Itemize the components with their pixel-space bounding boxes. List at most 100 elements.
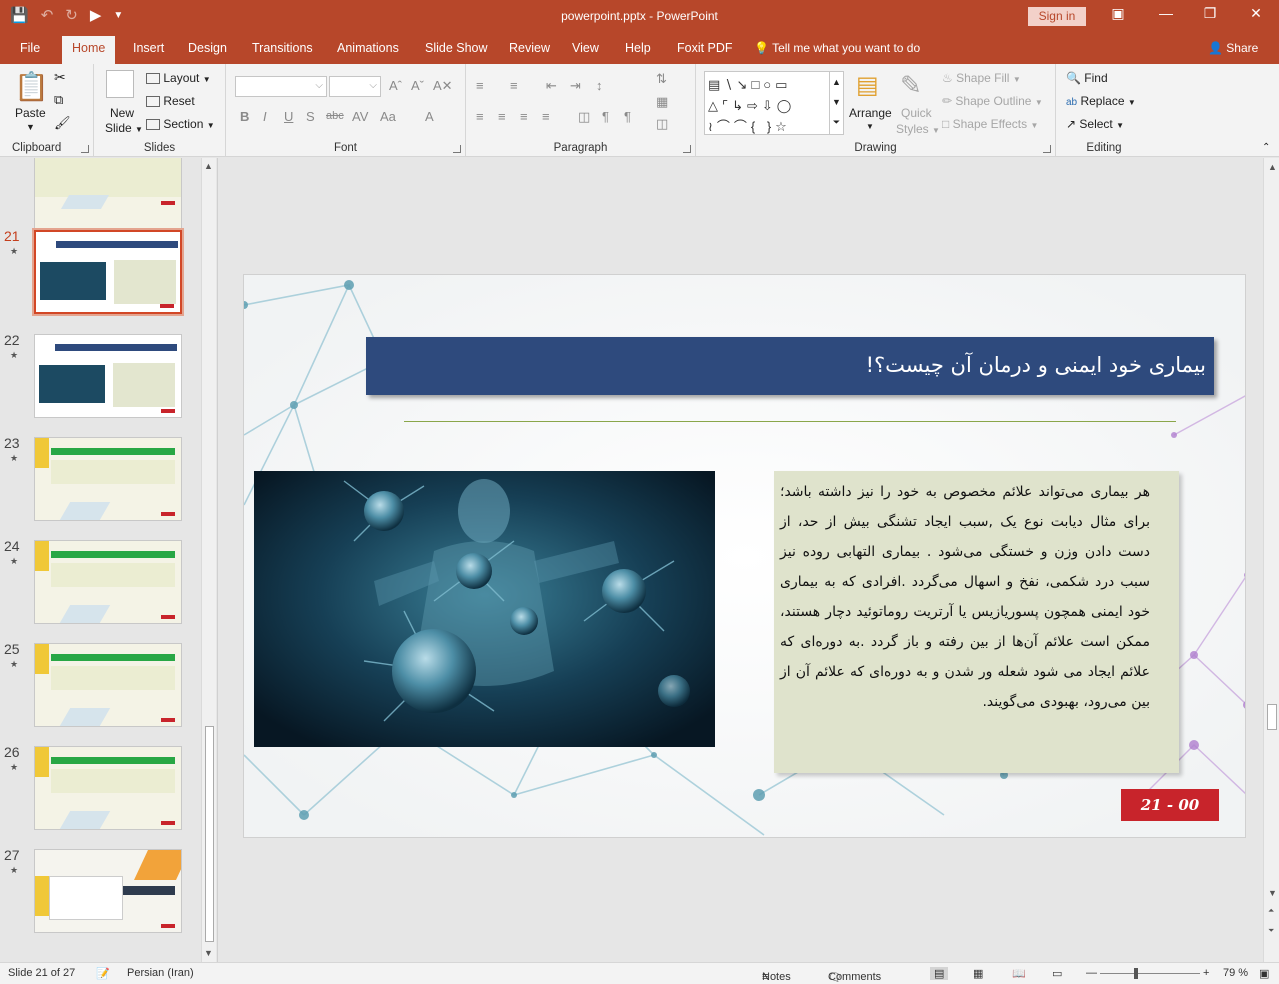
- tab-review[interactable]: Review: [509, 41, 550, 55]
- new-slide-label[interactable]: Slide ▼: [105, 121, 143, 135]
- collapse-ribbon-icon[interactable]: ⌃: [1262, 142, 1270, 153]
- quick-styles-label[interactable]: Styles ▼: [896, 122, 940, 136]
- bold-icon[interactable]: B: [240, 109, 249, 124]
- smartart-icon[interactable]: ◫: [656, 116, 668, 132]
- tab-transitions[interactable]: Transitions: [252, 41, 313, 55]
- ltr-icon[interactable]: ¶: [602, 109, 609, 124]
- scrollbar-thumb[interactable]: [205, 726, 214, 942]
- slide-thumbnail[interactable]: [34, 540, 182, 624]
- previous-slide-icon[interactable]: ⏶: [1268, 906, 1274, 916]
- ribbon-display-icon[interactable]: ▣: [1098, 5, 1138, 22]
- slide-thumbnail[interactable]: [34, 746, 182, 830]
- shapes-scroll-icon[interactable]: ▲ ▼ ⏷: [829, 72, 843, 134]
- body-text-box[interactable]: هر بیماری می‌تواند علائم مخصوص به خود را…: [774, 471, 1179, 773]
- strikethrough-icon[interactable]: abc: [326, 110, 344, 122]
- scroll-up-icon[interactable]: ▲: [204, 161, 213, 171]
- char-spacing-icon[interactable]: AV: [352, 109, 368, 124]
- current-slide[interactable]: بیماری خود ایمنی و درمان آن چیست؟! هر بی…: [243, 274, 1246, 838]
- align-right-icon[interactable]: ≡: [520, 109, 528, 124]
- tab-design[interactable]: Design: [188, 41, 227, 55]
- language-indicator[interactable]: Persian (Iran): [127, 967, 194, 979]
- rtl-icon[interactable]: ¶: [624, 109, 631, 124]
- clear-formatting-icon[interactable]: A✕: [433, 78, 453, 94]
- tab-animations[interactable]: Animations: [337, 41, 399, 55]
- bullets-icon[interactable]: ≡: [476, 78, 484, 93]
- thumbnail-scrollbar[interactable]: ▲ ▼: [201, 158, 216, 962]
- tab-file[interactable]: File: [20, 41, 40, 55]
- drawing-launcher-icon[interactable]: [1043, 145, 1051, 153]
- increase-font-icon[interactable]: Aˆ: [389, 78, 402, 93]
- slideshow-view-icon[interactable]: ▭: [1052, 967, 1062, 980]
- tab-insert[interactable]: Insert: [133, 41, 164, 55]
- normal-view-icon[interactable]: ▤: [930, 967, 949, 980]
- zoom-slider[interactable]: [1100, 973, 1200, 974]
- align-center-icon[interactable]: ≡: [498, 109, 506, 124]
- underline-icon[interactable]: U: [284, 109, 293, 124]
- clipboard-launcher-icon[interactable]: [81, 145, 89, 153]
- scrollbar-thumb[interactable]: [1267, 704, 1277, 730]
- decrease-indent-icon[interactable]: ⇤: [546, 78, 557, 94]
- reset-button[interactable]: Reset: [146, 94, 195, 108]
- shapes-gallery[interactable]: ▤∖↘□○▭ △⌜↳⇨⇩◯ ≀⌒⌒{ }☆ ▲ ▼ ⏷: [704, 71, 844, 135]
- quick-styles-icon[interactable]: ✎: [900, 70, 922, 101]
- shadow-icon[interactable]: S: [306, 109, 315, 124]
- share-button[interactable]: 👤 Share: [1208, 41, 1258, 55]
- replace-button[interactable]: ab Replace ▼: [1066, 94, 1136, 108]
- scroll-down-icon[interactable]: ▼: [1268, 888, 1277, 898]
- copy-icon[interactable]: ⧉: [54, 92, 63, 108]
- select-button[interactable]: ↗ Select ▼: [1066, 117, 1124, 131]
- layout-button[interactable]: Layout ▼: [146, 71, 211, 85]
- italic-icon[interactable]: I: [263, 109, 267, 124]
- font-name-combo[interactable]: ⌵: [235, 76, 327, 97]
- slide-thumbnail[interactable]: [32, 228, 184, 316]
- change-case-icon[interactable]: Aa: [380, 109, 396, 124]
- slide-thumbnail[interactable]: [34, 158, 182, 240]
- align-text-icon[interactable]: ▦: [656, 94, 668, 110]
- tab-home[interactable]: Home: [62, 36, 116, 64]
- numbering-icon[interactable]: ≡: [510, 78, 518, 93]
- align-left-icon[interactable]: ≡: [476, 109, 484, 124]
- justify-icon[interactable]: ≡: [542, 109, 550, 124]
- decrease-font-icon[interactable]: Aˇ: [411, 78, 424, 93]
- paste-icon[interactable]: 📋: [14, 70, 49, 103]
- virus-photo[interactable]: [254, 471, 715, 747]
- line-spacing-icon[interactable]: ↕: [596, 78, 603, 93]
- zoom-slider-thumb[interactable]: [1134, 968, 1138, 979]
- font-color-icon[interactable]: A: [425, 109, 434, 124]
- scroll-down-icon[interactable]: ▼: [204, 948, 213, 958]
- text-direction-icon[interactable]: ⇅: [656, 71, 667, 87]
- zoom-out-icon[interactable]: —: [1086, 967, 1097, 979]
- font-size-combo[interactable]: ⌵: [329, 76, 381, 97]
- find-button[interactable]: 🔍 Find: [1066, 71, 1108, 85]
- slide-thumbnail[interactable]: [34, 334, 182, 418]
- paste-dropdown-icon[interactable]: ▼: [26, 122, 35, 132]
- shape-effects-button[interactable]: □ Shape Effects ▼: [942, 117, 1038, 131]
- zoom-level[interactable]: 79 %: [1223, 967, 1248, 979]
- slide-thumbnail[interactable]: [34, 849, 182, 933]
- cut-icon[interactable]: ✂: [54, 69, 66, 86]
- slide-thumbnail[interactable]: [34, 437, 182, 521]
- arrange-icon[interactable]: ▤: [856, 71, 879, 100]
- tab-foxit-pdf[interactable]: Foxit PDF: [677, 41, 733, 55]
- tab-help[interactable]: Help: [625, 41, 651, 55]
- quick-styles-button[interactable]: Quick: [901, 106, 932, 120]
- maximize-button[interactable]: ❐: [1190, 5, 1230, 22]
- reading-view-icon[interactable]: 📖: [1012, 967, 1026, 980]
- fit-to-window-icon[interactable]: ▣: [1259, 967, 1269, 980]
- new-slide-icon[interactable]: [106, 70, 134, 98]
- paste-button[interactable]: Paste: [15, 106, 46, 120]
- shape-fill-button[interactable]: ♨ Shape Fill ▼: [942, 71, 1021, 85]
- shape-outline-button[interactable]: ✏ Shape Outline ▼: [942, 94, 1043, 108]
- zoom-in-icon[interactable]: +: [1203, 967, 1209, 979]
- increase-indent-icon[interactable]: ⇥: [570, 78, 581, 94]
- new-slide-button[interactable]: New: [110, 106, 134, 120]
- format-painter-icon[interactable]: 🖌: [54, 115, 71, 131]
- minimize-button[interactable]: —: [1146, 5, 1186, 21]
- spelling-icon[interactable]: 📝: [96, 967, 110, 980]
- slide-thumbnail[interactable]: [34, 643, 182, 727]
- sign-in-button[interactable]: Sign in: [1028, 7, 1086, 26]
- close-button[interactable]: ✕: [1236, 5, 1276, 22]
- font-launcher-icon[interactable]: [453, 145, 461, 153]
- arrange-button[interactable]: Arrange: [849, 106, 892, 120]
- arrange-dropdown-icon[interactable]: ▼: [866, 122, 874, 131]
